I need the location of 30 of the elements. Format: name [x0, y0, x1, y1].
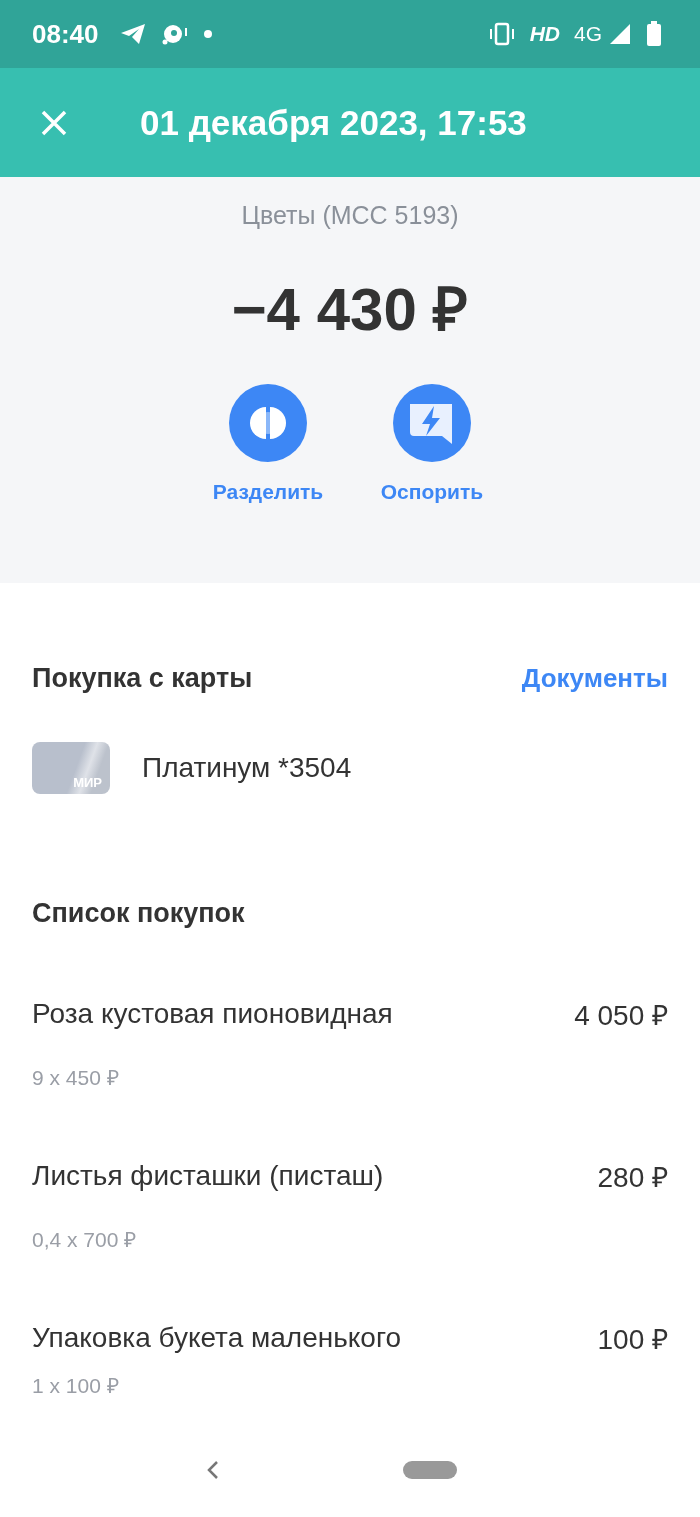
network-type: 4G — [574, 22, 602, 46]
item-price: 100 ₽ — [597, 1323, 668, 1357]
category-label: Цветы (MCC 5193) — [241, 201, 459, 230]
dot-icon — [202, 29, 213, 39]
signal-icon — [608, 22, 632, 46]
item-quantity: 0,4 x 700 ₽ — [32, 1227, 138, 1253]
vibrate-icon — [487, 22, 516, 46]
header-title: 01 декабря 2023, 17:53 — [140, 102, 527, 143]
action-button[interactable]: Оспорить — [373, 384, 491, 504]
amount: −4 430 ₽ — [231, 275, 469, 345]
item-name: Роза кустовая пионовидная — [32, 998, 393, 1030]
section-title: Список покупок — [32, 898, 246, 929]
section-title: Покупка с карты — [32, 663, 253, 694]
action-button[interactable]: Разделить — [209, 384, 327, 504]
item-name: Упаковка букета маленького — [32, 1322, 402, 1354]
card-brand: МИР — [73, 775, 102, 790]
item-price: 4 050 ₽ — [574, 999, 668, 1033]
item-name: Листья фисташки (писташ) — [32, 1160, 384, 1192]
card-name: Платинум *3504 — [142, 752, 352, 784]
battery-icon — [646, 21, 662, 47]
clock: 08:40 — [32, 18, 99, 50]
item-quantity: 1 x 100 ₽ — [32, 1373, 120, 1399]
close-button[interactable] — [40, 108, 68, 137]
hd-indicator: HD — [529, 22, 560, 46]
disc-icon — [160, 22, 189, 46]
close-icon — [40, 108, 68, 137]
documents-link[interactable]: Документы — [521, 663, 668, 694]
item-quantity: 9 x 450 ₽ — [32, 1065, 120, 1091]
home-pill[interactable] — [403, 1461, 457, 1479]
item-price: 280 ₽ — [597, 1161, 668, 1195]
